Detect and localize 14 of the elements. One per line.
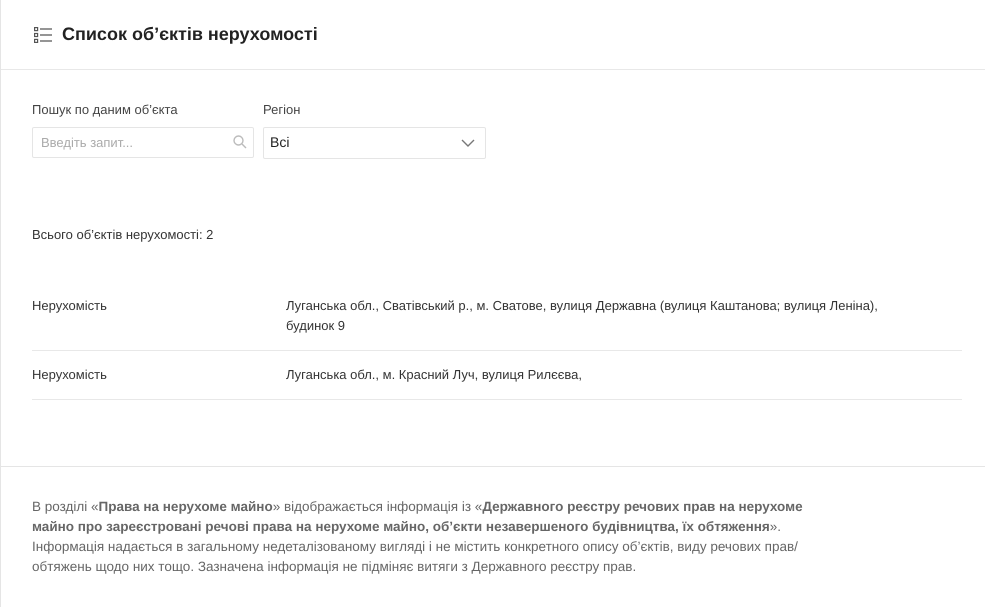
region-dropdown[interactable]: Всі	[263, 126, 486, 158]
chevron-down-icon	[461, 138, 475, 146]
address-cell-text: Луганська обл., Сватівський р., м. Сватове, вулиця Державна (вулиця Каштанова; вулиця Леніна), будинок 9	[286, 297, 879, 335]
search-field[interactable]: Введіть запит...	[32, 126, 254, 158]
list-icon	[34, 26, 52, 42]
type-cell-text: Нерухомість	[32, 366, 108, 384]
total-count: Всього об’єктів нерухомості: 2	[32, 226, 214, 244]
address-cell-text: Луганська обл., м. Красний Луч, вулиця Рилєєва,	[286, 366, 583, 384]
page-title: Список об’єктів нерухомості	[62, 23, 318, 46]
field-label: Регіон	[263, 101, 302, 119]
type-cell-text: Нерухомість	[32, 297, 108, 315]
field-label: Пошук по даним об’єкта	[32, 101, 179, 119]
search-icon	[233, 134, 247, 148]
info-paragraph: В розділі «Права на нерухоме майно» відображається інформація із «Державного реєстру речових прав на нерухоме майно про зареєстровані речові права на нерухоме майно, об’єкти незавершеного будівництва, їх обтяження». Інформація надається в загальному недеталізованому вигляді і не містить конкретного опису об’єктів, виду речових прав/обтяжень щодо них тощо. Зазначена інформація не підміняє витяги з Державного реєстру прав.	[32, 498, 804, 576]
